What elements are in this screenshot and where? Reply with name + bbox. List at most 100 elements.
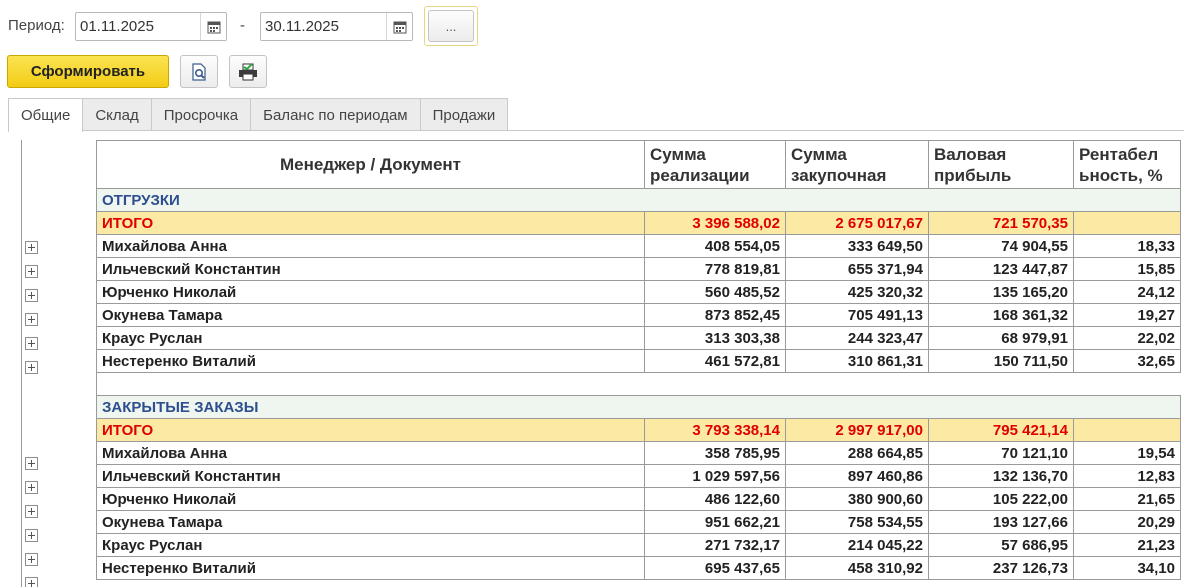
manager-name: Ильчевский Константин [96, 464, 645, 488]
profitability: 21,65 [1073, 487, 1181, 511]
sales-amount: 271 732,17 [644, 533, 786, 557]
purchase-amount: 214 045,22 [785, 533, 929, 557]
manager-name: Юрченко Николай [96, 280, 645, 304]
expand-plus-icon[interactable] [25, 577, 38, 587]
sales-amount: 408 554,05 [644, 234, 786, 258]
purchase-amount: 425 320,32 [785, 280, 929, 304]
sales-amount: 778 819,81 [644, 257, 786, 281]
profitability: 19,27 [1073, 303, 1181, 327]
gross-profit: 150 711,50 [928, 349, 1074, 373]
purchase-amount: 758 534,55 [785, 510, 929, 534]
purchase-amount: 288 664,85 [785, 441, 929, 465]
sales-amount: 560 485,52 [644, 280, 786, 304]
table-row[interactable]: Нестеренко Виталий 461 572,81 310 861,31 15… [96, 349, 1181, 373]
period-to-value: 30.11.2025 [265, 18, 339, 35]
gross-profit: 193 127,66 [928, 510, 1074, 534]
period-from-field[interactable]: 01.11.2025 [75, 12, 227, 41]
calendar-icon[interactable] [200, 13, 226, 40]
manager-name: Нестеренко Виталий [96, 556, 645, 580]
expand-plus-icon[interactable] [25, 289, 38, 302]
purchase-amount: 310 861,31 [785, 349, 929, 373]
printer-icon [239, 62, 257, 80]
total-profitability [1073, 418, 1181, 442]
expand-plus-icon[interactable] [25, 241, 38, 254]
sales-amount: 486 122,60 [644, 487, 786, 511]
tab-period-balance[interactable]: Баланс по периодам [250, 98, 421, 131]
profitability: 34,10 [1073, 556, 1181, 580]
period-to-field[interactable]: 30.11.2025 [260, 12, 413, 41]
section-header-row: ОТГРУЗКИ [96, 188, 1181, 212]
manager-name: Краус Руслан [96, 326, 645, 350]
print-preview-icon [192, 62, 206, 81]
profitability: 15,85 [1073, 257, 1181, 281]
expand-plus-icon[interactable] [25, 313, 38, 326]
table-row[interactable]: Окунева Тамара 873 852,45 705 491,13 168 36… [96, 303, 1181, 327]
gross-profit: 168 361,32 [928, 303, 1074, 327]
table-row[interactable]: Михайлова Анна 408 554,05 333 649,50 74 904… [96, 234, 1181, 258]
header-profitability: Рентабел ьность, % [1073, 140, 1181, 189]
period-label: Период: [8, 17, 65, 34]
section-header-row: ЗАКРЫТЫЕ ЗАКАЗЫ [96, 395, 1181, 419]
header-purchase: Сумма закупочная [785, 140, 929, 189]
purchase-amount: 458 310,92 [785, 556, 929, 580]
expand-plus-icon[interactable] [25, 529, 38, 542]
profitability: 21,23 [1073, 533, 1181, 557]
print-button[interactable] [229, 55, 267, 88]
expand-plus-icon[interactable] [25, 337, 38, 350]
table-row[interactable]: Краус Руслан 313 303,38 244 323,47 68 979,9… [96, 326, 1181, 350]
table-row[interactable]: Юрченко Николай 560 485,52 425 320,32 135 1… [96, 280, 1181, 304]
profitability: 24,12 [1073, 280, 1181, 304]
manager-name: Михайлова Анна [96, 441, 645, 465]
purchase-amount: 897 460,86 [785, 464, 929, 488]
expand-plus-icon[interactable] [25, 457, 38, 470]
manager-name: Краус Руслан [96, 533, 645, 557]
calendar-icon[interactable] [386, 13, 412, 40]
tab-warehouse[interactable]: Склад [82, 98, 152, 131]
total-profitability [1073, 211, 1181, 235]
table-row[interactable]: Ильчевский Константин 778 819,81 655 371,9… [96, 257, 1181, 281]
purchase-amount: 655 371,94 [785, 257, 929, 281]
table-row[interactable]: Нестеренко Виталий 695 437,65 458 310,92 23… [96, 556, 1181, 580]
expand-plus-icon[interactable] [25, 505, 38, 518]
table-row[interactable]: Юрченко Николай 486 122,60 380 900,60 105 2… [96, 487, 1181, 511]
gross-profit: 105 222,00 [928, 487, 1074, 511]
tab-general[interactable]: Общие [8, 98, 84, 132]
section-spacer [96, 372, 1181, 396]
gross-profit: 132 136,70 [928, 464, 1074, 488]
table-row[interactable]: Краус Руслан 271 732,17 214 045,22 57 686,9… [96, 533, 1181, 557]
total-sales: 3 793 338,14 [644, 418, 786, 442]
purchase-amount: 380 900,60 [785, 487, 929, 511]
manager-name: Михайлова Анна [96, 234, 645, 258]
manager-name: Ильчевский Константин [96, 257, 645, 281]
gross-profit: 68 979,91 [928, 326, 1074, 350]
expand-plus-icon[interactable] [25, 481, 38, 494]
gross-profit: 70 121,10 [928, 441, 1074, 465]
header-manager: Менеджер / Документ [96, 140, 645, 189]
expand-plus-icon[interactable] [25, 265, 38, 278]
gross-profit: 135 165,20 [928, 280, 1074, 304]
manager-name: Юрченко Николай [96, 487, 645, 511]
expand-plus-icon[interactable] [25, 361, 38, 374]
total-row: ИТОГО 3 396 588,02 2 675 017,67 721 570,35 [96, 211, 1181, 235]
tab-overdue[interactable]: Просрочка [150, 98, 252, 131]
expand-plus-icon[interactable] [25, 553, 38, 566]
period-from-value: 01.11.2025 [80, 18, 154, 35]
total-label: ИТОГО [96, 418, 645, 442]
purchase-amount: 333 649,50 [785, 234, 929, 258]
table-row[interactable]: Ильчевский Константин 1 029 597,56 897 460… [96, 464, 1181, 488]
purchase-amount: 244 323,47 [785, 326, 929, 350]
manager-name: Окунева Тамара [96, 303, 645, 327]
print-preview-button[interactable] [180, 55, 218, 88]
period-separator: - [240, 17, 245, 34]
period-bar: Период: 01.11.2025 - 30.11.2025 ... [0, 0, 1184, 50]
profitability: 32,65 [1073, 349, 1181, 373]
table-row[interactable]: Окунева Тамара 951 662,21 758 534,55 193 12… [96, 510, 1181, 534]
generate-button[interactable]: Сформировать [7, 55, 169, 88]
sales-amount: 1 029 597,56 [644, 464, 786, 488]
tab-sales[interactable]: Продажи [419, 98, 509, 131]
section-title: ОТГРУЗКИ [96, 188, 1181, 212]
period-select-button[interactable]: ... [424, 6, 478, 46]
tab-divider [8, 130, 1184, 131]
table-row[interactable]: Михайлова Анна 358 785,95 288 664,85 70 121… [96, 441, 1181, 465]
report-table: Менеджер / Документ Сумма реализации Сумм… [96, 140, 1181, 580]
